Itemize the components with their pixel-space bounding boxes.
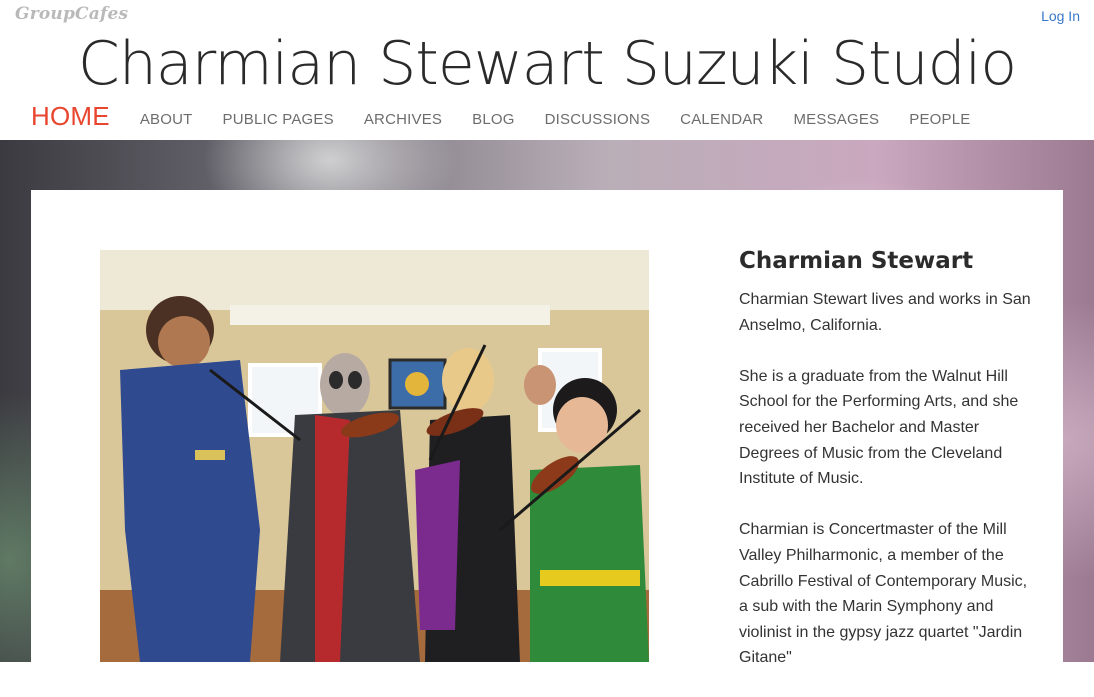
groupcafes-logo[interactable]: GroupCafes <box>15 4 128 24</box>
nav-blog[interactable]: BLOG <box>472 111 514 138</box>
students-violin-photo <box>100 250 649 662</box>
bio-paragraph: She is a graduate from the Walnut Hill S… <box>739 367 1019 488</box>
nav-public-pages[interactable]: PUBLIC PAGES <box>223 111 334 138</box>
bio-paragraph: Charmian is Concertmaster of the Mill Va… <box>739 521 1028 667</box>
bio-text: Charmian Stewart lives and works in San … <box>739 287 1039 697</box>
bio-paragraph: Charmian Stewart lives and works in San … <box>739 291 1031 334</box>
nav-messages[interactable]: MESSAGES <box>793 111 879 138</box>
nav-discussions[interactable]: DISCUSSIONS <box>545 111 651 138</box>
nav-calendar[interactable]: CALENDAR <box>680 111 763 138</box>
nav-archives[interactable]: ARCHIVES <box>364 111 442 138</box>
nav-home[interactable]: HOME <box>31 101 110 138</box>
site-title: Charmian Stewart Suzuki Studio <box>77 29 1017 99</box>
login-link[interactable]: Log In <box>1041 8 1080 24</box>
bio-heading: Charmian Stewart <box>739 248 974 274</box>
nav-about[interactable]: ABOUT <box>140 111 193 138</box>
header: GroupCafes Log In Charmian Stewart Suzuk… <box>0 0 1094 140</box>
nav-people[interactable]: PEOPLE <box>909 111 970 138</box>
main-nav: HOME ABOUT PUBLIC PAGES ARCHIVES BLOG DI… <box>31 100 1001 138</box>
